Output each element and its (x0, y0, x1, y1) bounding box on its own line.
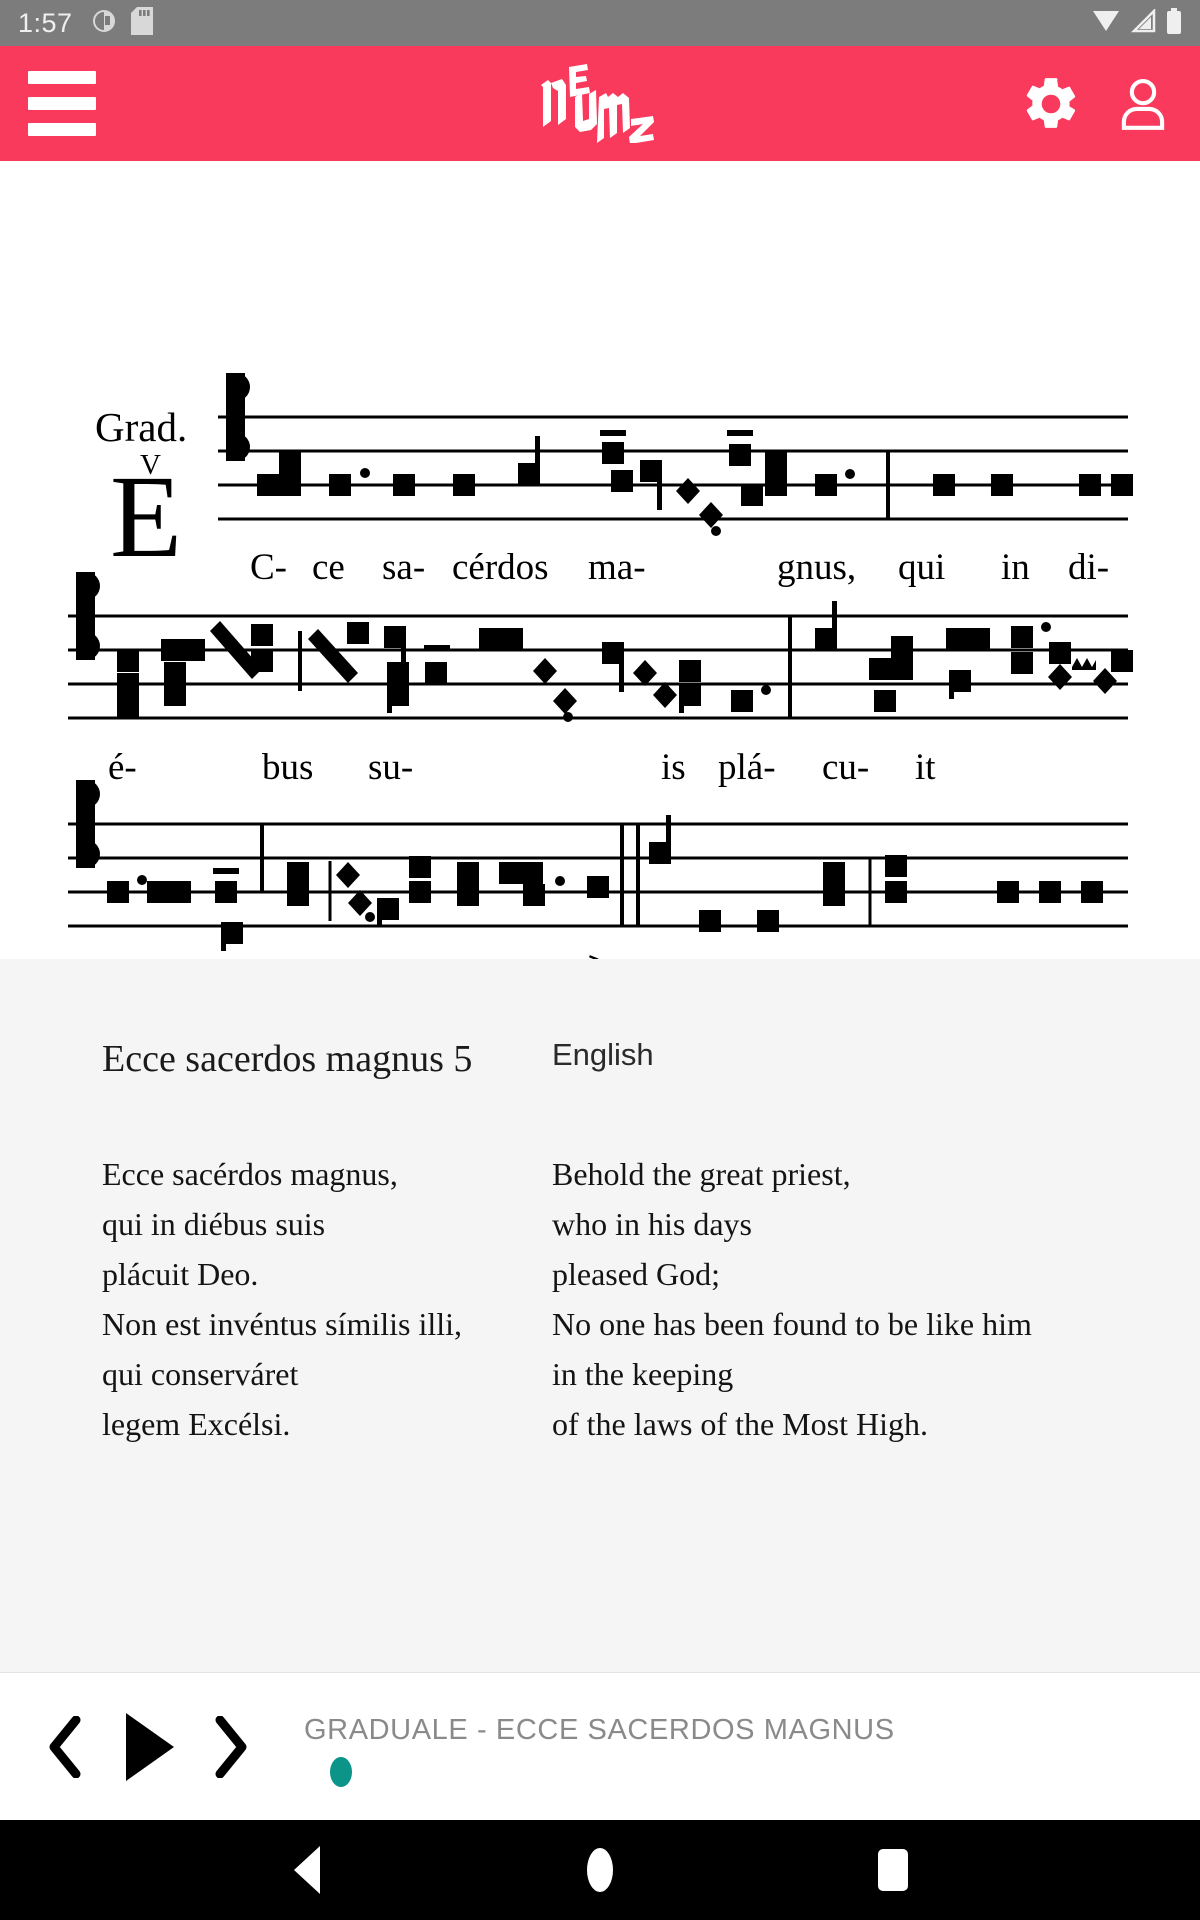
syllable: sa- (382, 547, 425, 588)
lyric-row-1: C- ce sa- cérdos ma- gnus, qui in di- (250, 547, 1109, 588)
syllable: gnus, (777, 547, 856, 588)
syllable: is (661, 747, 686, 788)
audio-player-bar: GRADUALE - ECCE SACERDOS MAGNUS (0, 1672, 1200, 1820)
square-recents-icon[interactable] (833, 1849, 953, 1891)
hamburger-bar-3 (28, 123, 96, 136)
syllable: ma- (588, 547, 646, 588)
syllable: it (915, 747, 936, 788)
syllable: qui (898, 547, 945, 588)
svg-text:E: E (110, 451, 182, 582)
status-left-icons (91, 6, 153, 40)
latin-line: plácuit Deo. (102, 1256, 259, 1292)
user-icon[interactable] (1112, 73, 1174, 135)
syllable: C- (250, 547, 287, 588)
staff-system-2 (68, 572, 1133, 722)
syllable: ce (312, 547, 345, 588)
back-glyph (293, 1846, 320, 1894)
latin-line: qui conserváret (102, 1356, 299, 1392)
syllable: su- (368, 747, 413, 788)
syllable: in (1001, 547, 1030, 588)
android-nav-bar (0, 1820, 1200, 1920)
recents-glyph (878, 1849, 909, 1891)
lyrics-panel: Ecce sacerdos magnus 5 English Ecce sacé… (0, 959, 1200, 1672)
lyric-row-2: é- bus su- is plá- cu- it (108, 747, 936, 788)
hamburger-bar-1 (28, 71, 96, 84)
home-glyph (586, 1848, 613, 1892)
player-progress-bar[interactable] (304, 1757, 1124, 1787)
translation-line: Behold the great priest, (552, 1156, 851, 1192)
svg-text:Grad.: Grad. (95, 404, 187, 450)
status-right-icons (1092, 7, 1182, 39)
latin-column: Ecce sacérdos magnus, qui in diébus suis… (0, 1149, 530, 1449)
latin-line: Ecce sacérdos magnus, (102, 1156, 398, 1192)
syllable: é- (108, 747, 137, 788)
android-status-bar: 1:57 (0, 0, 1200, 46)
circle-home-icon[interactable] (540, 1848, 660, 1892)
lyrics-header: Ecce sacerdos magnus 5 English (0, 959, 1200, 1081)
status-clock: 1:57 (18, 7, 73, 38)
app-bar-actions (1020, 73, 1174, 135)
sd-card-icon (130, 6, 153, 40)
chant-score-inner: Grad. V E C- ce sa- cérdos ma- gnus, qui… (0, 161, 1200, 959)
syllable: cérdos (452, 547, 549, 588)
play-icon[interactable] (112, 1706, 184, 1788)
signal-icon (1130, 7, 1156, 38)
app-bar (0, 46, 1200, 161)
chevron-right-icon[interactable] (202, 1712, 260, 1782)
translation-line: who in his days (552, 1206, 752, 1242)
hamburger-menu-icon[interactable] (26, 65, 98, 142)
lyrics-columns: Ecce sacérdos magnus, qui in diébus suis… (0, 1081, 1200, 1449)
app-root: 1:57 Grad. V E C- ce sa- cérdos ma- gnus… (0, 0, 1200, 1920)
translation-line: in the keeping (552, 1356, 734, 1392)
transport-controls (36, 1706, 260, 1788)
wifi-icon (1092, 9, 1120, 38)
translation-line: of the laws of the Most High. (552, 1406, 928, 1442)
syllable: bus (262, 747, 313, 788)
do-not-disturb-icon (91, 8, 117, 39)
player-track-info: GRADUALE - ECCE SACERDOS MAGNUS (304, 1714, 1124, 1787)
neumz-logo (535, 57, 665, 151)
chant-title: Ecce sacerdos magnus 5 (102, 1038, 473, 1080)
gear-icon[interactable] (1020, 73, 1082, 135)
syllable: cu- (822, 747, 869, 788)
battery-icon (1166, 7, 1182, 39)
syllable: plá- (718, 747, 776, 788)
gregorian-notation-svg: Grad. V E C- ce sa- cérdos ma- gnus, qui… (68, 373, 1135, 959)
latin-line: Non est invéntus símilis illi, (102, 1306, 463, 1342)
player-progress-handle[interactable] (330, 1757, 352, 1787)
chevron-left-icon[interactable] (36, 1712, 94, 1782)
latin-line: qui in diébus suis (102, 1206, 326, 1242)
syllable: di- (1068, 547, 1109, 588)
translation-line: pleased God; (552, 1256, 720, 1292)
player-track-title: GRADUALE - ECCE SACERDOS MAGNUS (304, 1714, 895, 1746)
translation-column: Behold the great priest, who in his days… (530, 1149, 1032, 1449)
chant-score-area[interactable]: Grad. V E C- ce sa- cérdos ma- gnus, qui… (0, 161, 1200, 959)
hamburger-bar-2 (28, 97, 96, 110)
staff-system-3 (68, 780, 1128, 951)
translation-language-label[interactable]: English (530, 1037, 654, 1081)
translation-line: No one has been found to be like him (552, 1306, 1032, 1342)
latin-line: legem Excélsi. (102, 1406, 291, 1442)
triangle-back-icon[interactable] (247, 1846, 367, 1894)
